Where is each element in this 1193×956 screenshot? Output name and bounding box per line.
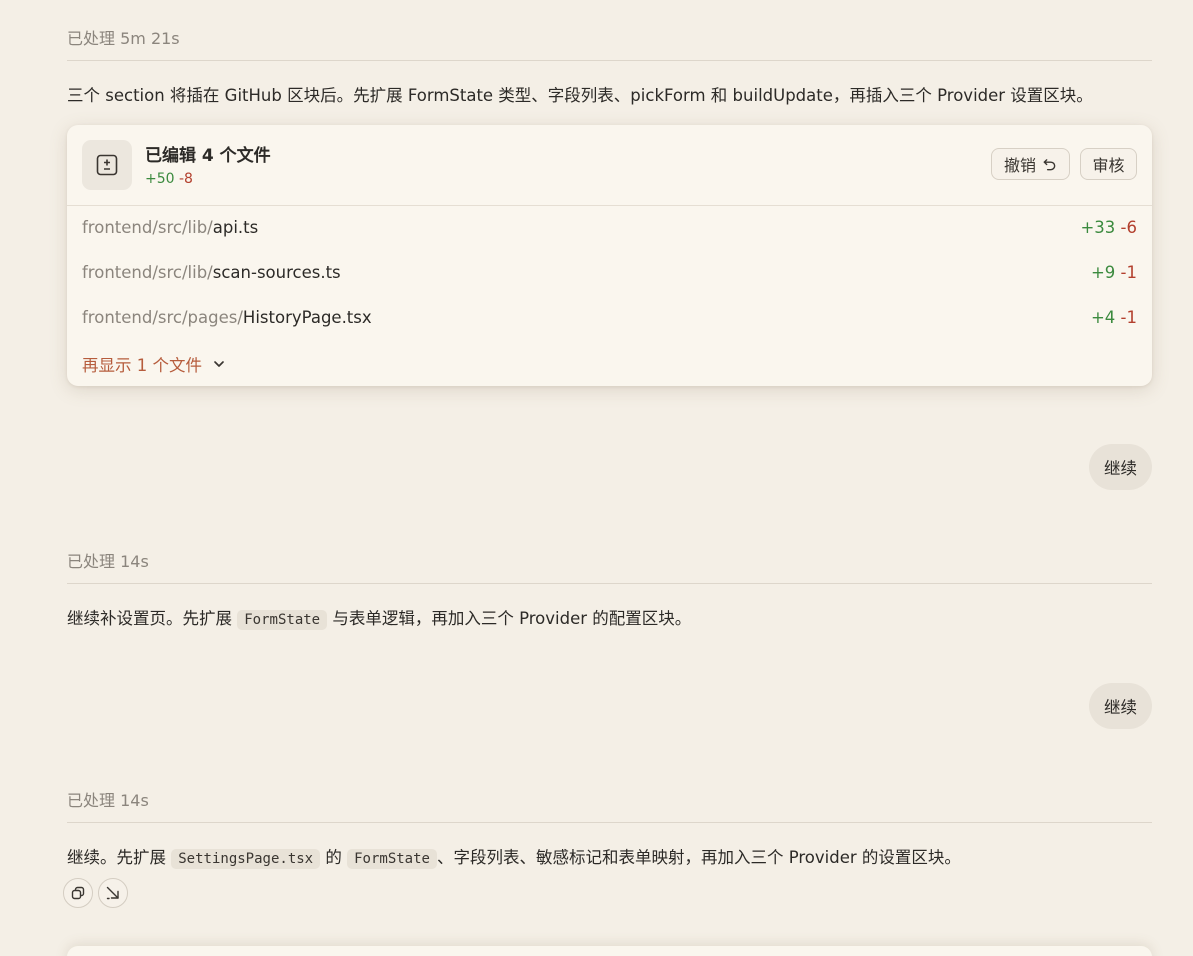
chat-transcript: 已处理 5m 21s 三个 section 将插在 GitHub 区块后。先扩展… — [0, 0, 1193, 956]
chevron-down-icon — [214, 361, 224, 367]
file-diff-stats: +33 -6 — [1080, 218, 1137, 237]
file-row[interactable]: frontend/src/lib/api.ts +33 -6 — [82, 218, 1137, 242]
file-deletions: -1 — [1120, 308, 1137, 327]
open-external-button[interactable] — [98, 878, 128, 908]
assistant-message: 继续补设置页。先扩展 FormState 与表单逻辑，再加入三个 Provide… — [67, 606, 1152, 633]
file-row[interactable]: frontend/src/pages/HistoryPage.tsx +4 -1 — [82, 308, 1137, 332]
open-external-icon — [106, 886, 119, 900]
edited-files-card: 已编辑 4 个文件 +50 -8 撤销 审核 frontend/src/lib/… — [67, 125, 1152, 386]
message-text: 继续。先扩展 — [67, 848, 172, 867]
inline-code: FormState — [347, 849, 437, 869]
message-text: 的 — [320, 848, 348, 867]
edited-files-stats: +50 -8 — [145, 171, 193, 187]
diff-file-icon — [82, 140, 132, 190]
message-text: 、字段列表、敏感标记和表单映射，再加入三个 Provider 的设置区块。 — [436, 848, 961, 867]
user-message-bubble: 继续 — [1089, 444, 1152, 490]
file-additions: +33 — [1080, 218, 1116, 237]
processing-block-1: 已处理 5m 21s 三个 section 将插在 GitHub 区块后。先扩展… — [67, 27, 1152, 109]
processing-duration[interactable]: 已处理 5m 21s — [67, 27, 1152, 50]
deletions-count: -8 — [179, 171, 193, 187]
edited-files-title: 已编辑 4 个文件 — [145, 146, 271, 166]
copy-button[interactable] — [63, 878, 93, 908]
message-text: 继续补设置页。先扩展 — [67, 609, 238, 628]
file-path: frontend/src/lib/ — [82, 263, 213, 282]
file-diff-stats: +4 -1 — [1091, 308, 1137, 327]
undo-label: 撤销 — [1003, 156, 1036, 175]
file-name: api.ts — [212, 218, 259, 237]
file-row[interactable]: frontend/src/lib/scan-sources.ts +9 -1 — [82, 263, 1137, 287]
edited-files-header: 已编辑 4 个文件 +50 -8 撤销 审核 — [67, 125, 1152, 206]
additions-count: +50 — [145, 171, 175, 187]
assistant-message: 三个 section 将插在 GitHub 区块后。先扩展 FormState … — [67, 86, 1093, 105]
next-card — [67, 946, 1152, 956]
file-deletions: -1 — [1120, 263, 1137, 282]
copy-icon — [71, 886, 85, 900]
show-more-files-button[interactable]: 再显示 1 个文件 — [82, 352, 226, 376]
message-text: 与表单逻辑，再加入三个 Provider 的配置区块。 — [327, 609, 692, 628]
processing-duration[interactable]: 已处理 14s — [67, 550, 1152, 573]
inline-code: FormState — [237, 610, 328, 630]
divider — [67, 822, 1152, 823]
processing-block-2: 已处理 14s 继续补设置页。先扩展 FormState 与表单逻辑，再加入三个… — [67, 550, 1152, 633]
file-path: frontend/src/lib/ — [82, 218, 213, 237]
assistant-message: 继续。先扩展 SettingsPage.tsx 的 FormState 、字段列表… — [67, 845, 1152, 872]
file-path: frontend/src/pages/ — [82, 308, 243, 327]
undo-button[interactable]: 撤销 — [991, 148, 1070, 180]
inline-code: SettingsPage.tsx — [171, 849, 321, 869]
file-name: HistoryPage.tsx — [242, 308, 372, 327]
divider — [67, 60, 1152, 61]
file-deletions: -6 — [1120, 218, 1137, 237]
processing-duration[interactable]: 已处理 14s — [67, 789, 1152, 812]
file-name: scan-sources.ts — [212, 263, 341, 282]
file-additions: +4 — [1090, 308, 1116, 327]
review-button[interactable]: 审核 — [1080, 148, 1137, 180]
undo-icon — [1043, 158, 1056, 170]
divider — [67, 583, 1152, 584]
processing-block-3: 已处理 14s 继续。先扩展 SettingsPage.tsx 的 FormSt… — [67, 789, 1152, 872]
file-diff-stats: +9 -1 — [1091, 263, 1137, 282]
user-message-bubble: 继续 — [1089, 683, 1152, 729]
file-additions: +9 — [1090, 263, 1116, 282]
show-more-label: 再显示 1 个文件 — [82, 356, 202, 375]
